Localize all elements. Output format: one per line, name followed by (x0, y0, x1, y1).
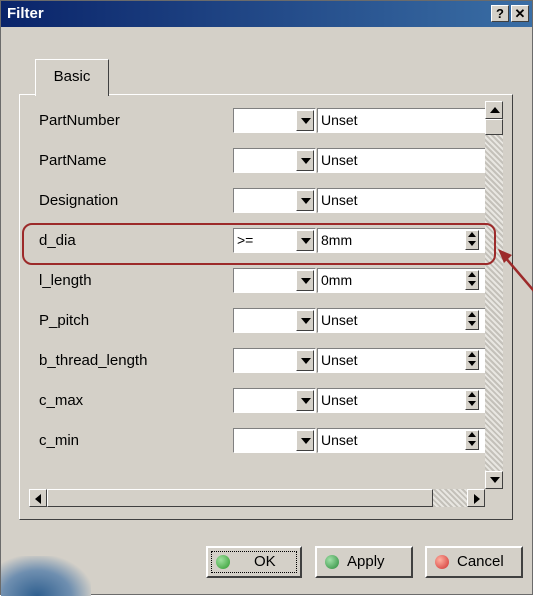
value-text: Unset (321, 192, 358, 208)
dropdown-arrow-icon[interactable] (296, 150, 314, 171)
operator-combo[interactable] (233, 428, 316, 453)
attribute-label: PartNumber (39, 112, 120, 129)
value-text: Unset (321, 432, 358, 448)
attribute-row: P_pitch Unset (29, 306, 485, 336)
operator-combo[interactable] (233, 268, 316, 293)
attribute-label: P_pitch (39, 312, 90, 329)
scroll-down-button[interactable] (485, 471, 503, 489)
attribute-label: c_min (39, 432, 80, 449)
horizontal-scroll-thumb[interactable] (47, 489, 433, 507)
attribute-row: l_length 0mm (29, 266, 485, 296)
spinner-icon[interactable] (465, 390, 479, 410)
operator-combo[interactable] (233, 108, 316, 133)
attribute-label: PartName (39, 152, 107, 169)
filter-dialog: Filter ? ✕ Basic PartNumber Unset PartName… (0, 0, 533, 596)
help-button[interactable]: ? (491, 5, 509, 22)
attribute-row: PartName Unset (29, 146, 485, 176)
dropdown-arrow-icon[interactable] (296, 430, 314, 451)
value-text: 0mm (321, 272, 353, 288)
vertical-scrollbar[interactable] (485, 101, 503, 489)
operator-combo[interactable] (233, 348, 316, 373)
spinner-icon[interactable] (465, 350, 479, 370)
value-text: Unset (321, 112, 358, 128)
spinner-icon[interactable] (465, 430, 479, 450)
horizontal-scrollbar[interactable] (29, 489, 485, 507)
vertical-scroll-thumb[interactable] (485, 119, 503, 135)
highlight-box (22, 223, 496, 265)
close-button[interactable]: ✕ (511, 5, 529, 22)
attribute-list: PartNumber Unset PartName Unset Designation U… (29, 101, 485, 489)
dropdown-arrow-icon[interactable] (296, 390, 314, 411)
scroll-right-button[interactable] (467, 489, 485, 507)
spinner-icon[interactable] (465, 270, 479, 290)
value-text: Unset (321, 352, 358, 368)
value-field[interactable]: Unset (317, 388, 485, 413)
value-field[interactable]: Unset (317, 348, 485, 373)
attribute-row: c_min Unset (29, 426, 485, 456)
operator-combo[interactable] (233, 308, 316, 333)
value-text: Unset (321, 152, 358, 168)
apply-button[interactable]: Apply (315, 546, 413, 578)
attribute-label: l_length (39, 272, 92, 289)
tab-basic[interactable]: Basic (35, 59, 109, 96)
spinner-icon[interactable] (465, 310, 479, 330)
decorative-corner-image (1, 556, 91, 596)
attribute-row: Designation Unset (29, 186, 485, 216)
dropdown-arrow-icon[interactable] (296, 350, 314, 371)
attribute-label: c_max (39, 392, 84, 409)
attribute-row: b_thread_length Unset (29, 346, 485, 376)
attribute-row: c_max Unset (29, 386, 485, 416)
cancel-dot-icon (435, 555, 449, 569)
value-field[interactable]: Unset (317, 308, 485, 333)
attribute-label: b_thread_length (39, 352, 148, 369)
value-field[interactable]: Unset (317, 108, 485, 133)
dropdown-arrow-icon[interactable] (296, 190, 314, 211)
cancel-button[interactable]: Cancel (425, 546, 523, 578)
attribute-label: Designation (39, 192, 119, 209)
value-text: Unset (321, 392, 358, 408)
attribute-row: PartNumber Unset (29, 106, 485, 136)
window-title: Filter (7, 5, 44, 22)
dropdown-arrow-icon[interactable] (296, 110, 314, 131)
value-field[interactable]: Unset (317, 188, 485, 213)
operator-combo[interactable] (233, 388, 316, 413)
ok-button[interactable]: OK (206, 546, 302, 578)
title-bar[interactable]: Filter ? ✕ (1, 1, 532, 27)
scroll-up-button[interactable] (485, 101, 503, 119)
apply-dot-icon (325, 555, 339, 569)
value-field[interactable]: 0mm (317, 268, 485, 293)
operator-combo[interactable] (233, 188, 316, 213)
dropdown-arrow-icon[interactable] (296, 310, 314, 331)
dropdown-arrow-icon[interactable] (296, 270, 314, 291)
ok-dot-icon (216, 555, 230, 569)
operator-combo[interactable] (233, 148, 316, 173)
value-field[interactable]: Unset (317, 428, 485, 453)
scroll-left-button[interactable] (29, 489, 47, 507)
value-field[interactable]: Unset (317, 148, 485, 173)
value-text: Unset (321, 312, 358, 328)
